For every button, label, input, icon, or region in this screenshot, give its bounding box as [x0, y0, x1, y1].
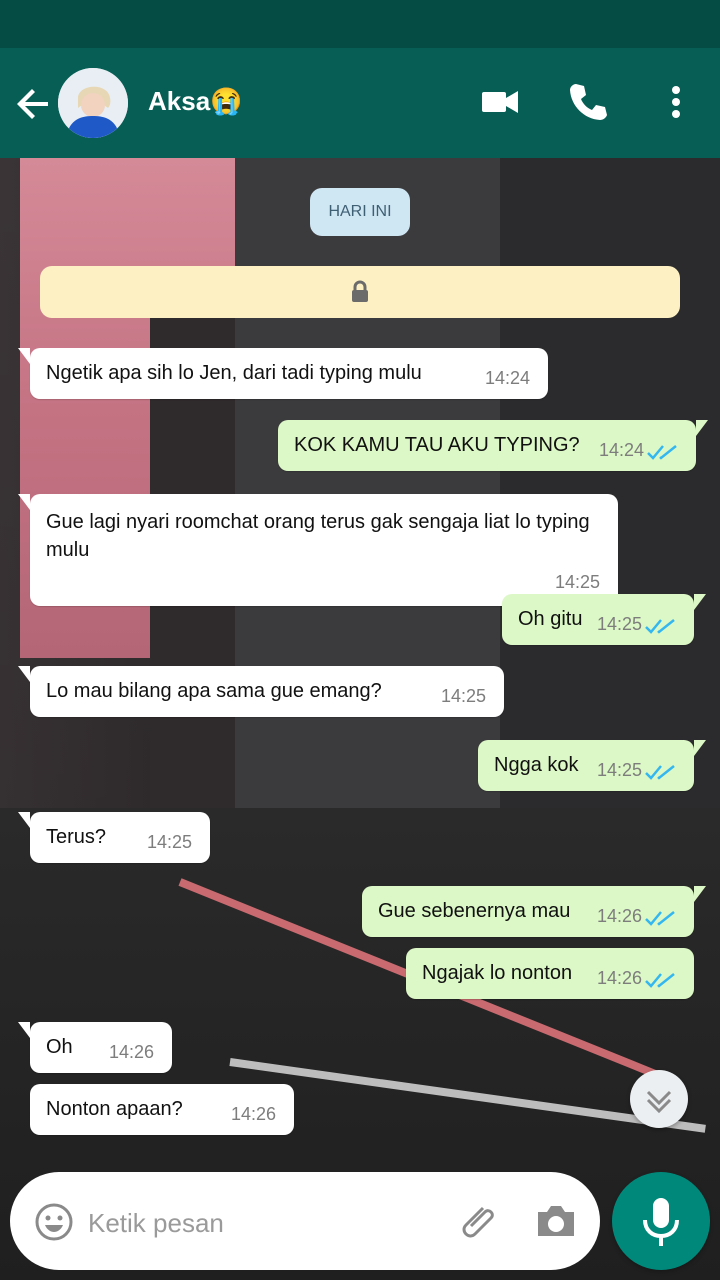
- message-input-bar[interactable]: Ketik pesan: [10, 1172, 600, 1270]
- message-text: Ngetik apa sih lo Jen, dari tadi typing …: [46, 362, 422, 384]
- microphone-icon: [643, 1198, 679, 1246]
- message-text: Lo mau bilang apa sama gue emang?: [46, 680, 382, 702]
- double-check-icon: [645, 619, 675, 634]
- message-time: 14:26: [596, 906, 642, 926]
- message-incoming[interactable]: Gue lagi nyari roomchat orang terus gak …: [18, 494, 618, 606]
- message-time: 14:24: [598, 440, 644, 460]
- message-text: KOK KAMU TAU AKU TYPING?: [294, 434, 580, 456]
- message-text: Ngajak lo nonton: [422, 962, 573, 984]
- message-time: 14:25: [554, 572, 600, 592]
- message-outgoing[interactable]: Oh gitu 14:25: [502, 594, 706, 645]
- chat-header: Aksa😭: [0, 48, 720, 158]
- message-text: Gue lagi nyari roomchat orang terus gak …: [46, 511, 590, 561]
- avatar[interactable]: [58, 68, 128, 138]
- message-incoming[interactable]: Nonton apaan? 14:26: [30, 1084, 294, 1135]
- scroll-to-bottom-button[interactable]: [630, 1070, 688, 1128]
- double-check-icon: [645, 911, 675, 926]
- message-text: Oh gitu: [518, 608, 583, 630]
- message-time: 14:25: [146, 832, 192, 852]
- message-input[interactable]: Ketik pesan: [88, 1208, 224, 1239]
- status-bar: [0, 0, 720, 48]
- message-outgoing[interactable]: KOK KAMU TAU AKU TYPING? 14:24: [278, 420, 708, 471]
- contact-name[interactable]: Aksa😭: [148, 86, 243, 117]
- message-text: Oh: [46, 1036, 73, 1058]
- back-arrow-icon[interactable]: [14, 84, 54, 124]
- message-text: Gue sebenernya mau: [378, 900, 571, 922]
- camera-icon[interactable]: [532, 1198, 580, 1244]
- message-time: 14:26: [108, 1042, 154, 1062]
- double-check-icon: [647, 445, 677, 460]
- message-text: Nonton apaan?: [46, 1098, 183, 1120]
- message-outgoing[interactable]: Ngajak lo nonton 14:26: [406, 948, 694, 999]
- message-time: 14:26: [596, 968, 642, 988]
- message-time: 14:26: [230, 1104, 276, 1124]
- chat-area[interactable]: HARI INI Ngetik apa sih lo Jen, dari tad…: [0, 158, 720, 1280]
- message-time: 14:25: [596, 760, 642, 780]
- message-outgoing[interactable]: Ngga kok 14:25: [478, 740, 706, 791]
- lock-icon: [352, 280, 368, 302]
- message-incoming[interactable]: Ngetik apa sih lo Jen, dari tadi typing …: [18, 348, 548, 399]
- date-chip: HARI INI: [310, 188, 410, 236]
- message-outgoing[interactable]: Gue sebenernya mau 14:26: [362, 886, 706, 937]
- double-check-icon: [645, 973, 675, 988]
- video-call-icon[interactable]: [476, 78, 524, 126]
- paperclip-icon[interactable]: [456, 1198, 502, 1244]
- encryption-notice[interactable]: [40, 266, 680, 318]
- phone-call-icon[interactable]: [564, 78, 612, 126]
- double-check-icon: [645, 765, 675, 780]
- message-text: Terus?: [46, 826, 107, 848]
- message-time: 14:24: [484, 368, 530, 388]
- microphone-button[interactable]: [612, 1172, 710, 1270]
- message-time: 14:25: [596, 614, 642, 634]
- message-incoming[interactable]: Terus? 14:25: [18, 812, 210, 863]
- chevron-double-down-icon: [646, 1090, 672, 1114]
- message-incoming[interactable]: Lo mau bilang apa sama gue emang? 14:25: [18, 666, 504, 717]
- message-text: Ngga kok: [494, 754, 579, 776]
- emoji-icon[interactable]: [34, 1202, 74, 1242]
- message-time: 14:25: [440, 686, 486, 706]
- more-vertical-icon[interactable]: [652, 78, 700, 126]
- message-incoming[interactable]: Oh 14:26: [18, 1022, 172, 1073]
